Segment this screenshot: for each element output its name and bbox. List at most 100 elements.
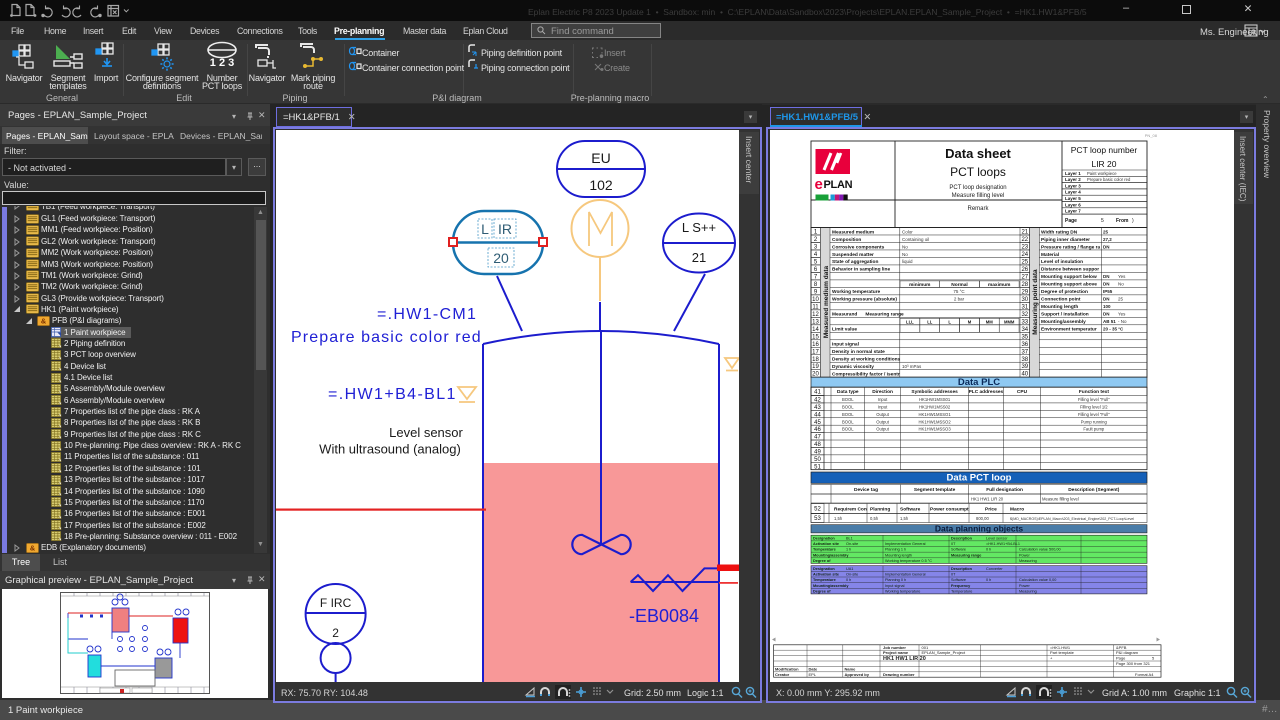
svg-text:Name: Name [845, 666, 857, 671]
svg-text:Corrosive components: Corrosive components [832, 244, 885, 250]
svg-text:102: 102 [589, 177, 613, 193]
svg-text:Output: Output [876, 412, 889, 417]
svg-text:Fault pump: Fault pump [1083, 427, 1105, 432]
svg-text:Containing oil: Containing oil [902, 237, 929, 242]
svg-text:1,5h: 1,5h [900, 516, 909, 521]
svg-text:Data type: Data type [837, 389, 859, 395]
svg-text:Prepare basic color red: Prepare basic color red [1087, 177, 1131, 182]
svg-text:Calculation value 500,00: Calculation value 500,00 [1019, 548, 1061, 552]
svg-text:LLL: LLL [906, 319, 914, 324]
svg-text:BOOL: BOOL [842, 412, 854, 417]
svg-text:Activation site: Activation site [813, 573, 839, 577]
svg-text:6: 6 [814, 267, 818, 273]
svg-text:Implementation General: Implementation General [885, 573, 926, 577]
svg-text:Project name: Project name [883, 650, 909, 655]
svg-text:Density in normal state: Density in normal state [832, 349, 885, 355]
svg-text:16: 16 [812, 342, 819, 348]
svg-text:Level sensor: Level sensor [986, 536, 1008, 540]
svg-text:Yes: Yes [1118, 274, 1126, 279]
svg-text:Description: Description [951, 567, 973, 571]
svg-text:100: 100 [1103, 304, 1111, 309]
svg-text:=HK1.HW1+B4-BL1: =HK1.HW1+B4-BL1 [986, 542, 1020, 546]
svg-text:Support / installation: Support / installation [1041, 312, 1089, 318]
svg-text:&: & [41, 316, 47, 325]
svg-text:Converter: Converter [986, 567, 1003, 571]
svg-text:Mounting/assembly: Mounting/assembly [813, 584, 849, 588]
svg-text:No: No [902, 244, 908, 249]
svg-text:38: 38 [1021, 357, 1028, 363]
svg-text:UA1: UA1 [846, 567, 853, 571]
svg-text:Power consumpt: Power consumpt [930, 507, 969, 513]
svg-text:Mounting support above: Mounting support above [1041, 282, 1097, 288]
svg-text:Pressure rating / flange ra: Pressure rating / flange ra [1041, 244, 1101, 250]
svg-text:PLAN: PLAN [824, 179, 853, 191]
svg-text:Mounting/assembly: Mounting/assembly [1041, 319, 1086, 325]
svg-text:F IRC: F IRC [320, 596, 352, 610]
svg-text:Measuring: Measuring [1019, 559, 1037, 563]
svg-text:Layer 7: Layer 7 [1065, 209, 1081, 214]
svg-text:Layer 1: Layer 1 [1065, 171, 1081, 176]
svg-text:Temperature: Temperature [951, 590, 972, 594]
svg-text:CPU: CPU [1017, 389, 1028, 395]
svg-text:Input signal: Input signal [832, 342, 859, 348]
svg-text:Designation: Designation [813, 567, 835, 571]
svg-text:001: 001 [922, 645, 929, 650]
svg-text:Measured medium: Measured medium [832, 229, 874, 235]
svg-text:22: 22 [1021, 237, 1028, 243]
svg-text:Planning 0 h: Planning 0 h [885, 578, 906, 582]
svg-text:Working pressure (absolute): Working pressure (absolute) [832, 297, 897, 303]
svg-text:Format A4: Format A4 [1135, 672, 1154, 677]
svg-text:Measure filling level: Measure filling level [1042, 496, 1079, 501]
svg-text:17: 17 [812, 349, 819, 355]
svg-text:Data PCT loop: Data PCT loop [947, 473, 1012, 484]
svg-text:Creator: Creator [775, 672, 790, 677]
svg-text:Mounting length: Mounting length [885, 553, 912, 557]
svg-text:Width rating DN: Width rating DN [1041, 229, 1078, 235]
svg-text:From: From [1116, 218, 1129, 224]
svg-text:): ) [1132, 218, 1134, 224]
svg-text:Connection point: Connection point [1041, 297, 1081, 303]
svg-text:53: 53 [814, 516, 821, 522]
svg-text:LIR 20: LIR 20 [1091, 159, 1116, 169]
svg-text:11: 11 [812, 304, 819, 310]
svg-text:5: 5 [814, 259, 818, 265]
svg-text:PN_08: PN_08 [1145, 133, 1158, 138]
svg-text:On-site: On-site [846, 542, 858, 546]
svg-text:EPLAN_Sample_Project: EPLAN_Sample_Project [922, 650, 966, 655]
svg-text:Calculation value 0,00: Calculation value 0,00 [1019, 578, 1056, 582]
svg-text:32: 32 [1021, 312, 1028, 318]
svg-text:10: 10 [812, 297, 819, 303]
svg-text:39: 39 [1021, 364, 1028, 370]
svg-text:Compressibility factor / isent: Compressibility factor / isentr [832, 372, 900, 378]
svg-text:27,2: 27,2 [1103, 237, 1112, 242]
svg-text:=.HW1-CM1: =.HW1-CM1 [377, 306, 477, 323]
svg-text:Layer 3: Layer 3 [1065, 183, 1081, 188]
svg-text:+: + [1050, 656, 1053, 661]
svg-text:IP55: IP55 [1103, 289, 1113, 294]
svg-text:Degree of protection: Degree of protection [1041, 289, 1088, 295]
svg-text:BOOL: BOOL [842, 404, 854, 409]
svg-text:Software: Software [951, 548, 966, 552]
svg-text:State of aggregation: State of aggregation [832, 259, 878, 265]
svg-text:Density at working conditions: Density at working conditions [832, 357, 901, 363]
svg-text:maximum: maximum [988, 282, 1010, 288]
svg-text:DN: DN [1103, 297, 1110, 302]
svg-text:PCT loops: PCT loops [950, 165, 1006, 179]
svg-text:Suspended matter: Suspended matter [832, 252, 874, 258]
svg-text:AB 51: AB 51 [1103, 319, 1116, 324]
svg-text:2: 2 [332, 626, 339, 640]
svg-text:Activation site: Activation site [813, 542, 839, 546]
svg-text:EPL: EPL [809, 672, 817, 677]
svg-text:4: 4 [814, 252, 818, 258]
svg-text:45: 45 [814, 420, 821, 426]
svg-text:1: 1 [814, 230, 818, 236]
svg-text:No: No [1118, 282, 1124, 287]
svg-text:Distance between suppor: Distance between suppor [1041, 267, 1099, 273]
svg-text:42: 42 [814, 398, 821, 404]
svg-text:5: 5 [1101, 218, 1104, 224]
svg-text:$(MD_MACROS)\EPLAN_Macro\203_E: $(MD_MACROS)\EPLAN_Macro\203_Electrical_… [1010, 517, 1134, 521]
svg-text:Degree of: Degree of [813, 590, 831, 594]
svg-text:Data sheet: Data sheet [945, 146, 1011, 161]
svg-text:Function text: Function text [1079, 389, 1110, 395]
svg-text:Limit value: Limit value [832, 327, 857, 333]
